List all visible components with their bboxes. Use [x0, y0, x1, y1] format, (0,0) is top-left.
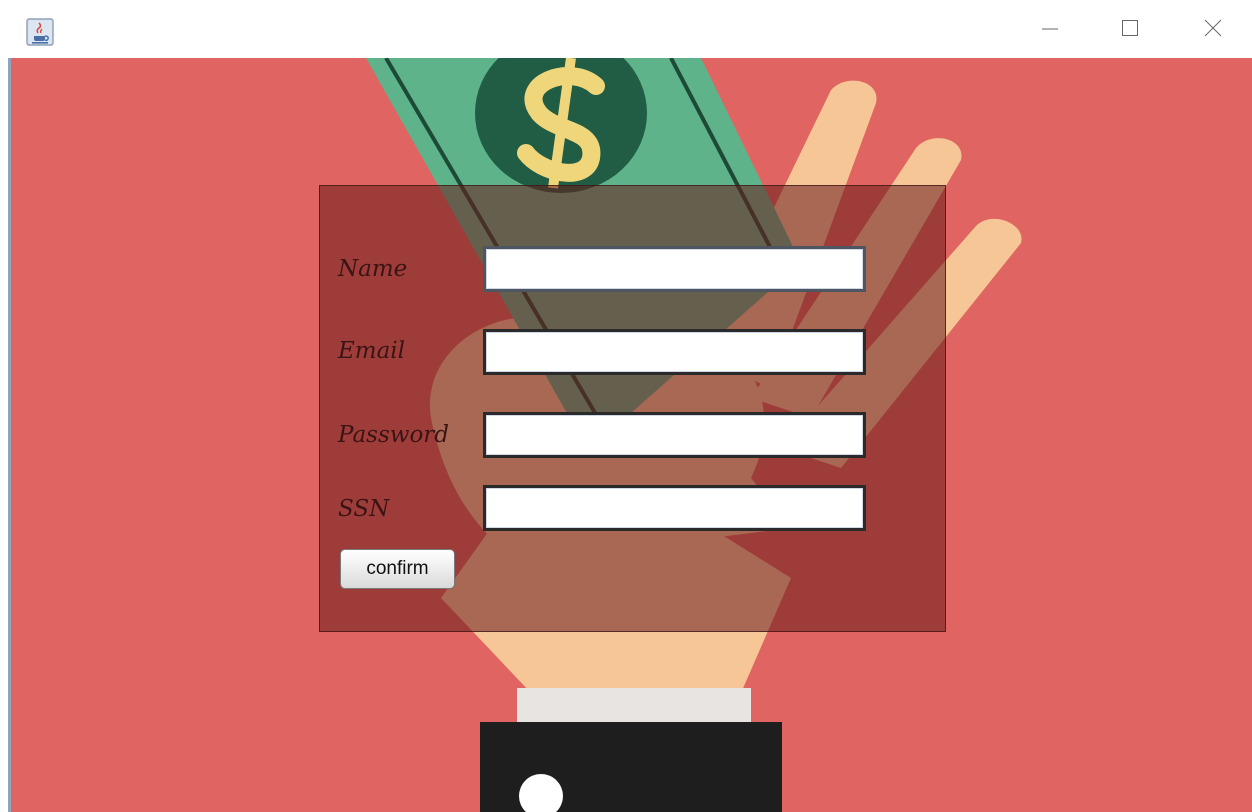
confirm-button[interactable]: confirm — [340, 549, 455, 589]
close-icon — [1203, 18, 1223, 42]
signup-form-panel: Name Email Password SSN confirm — [319, 185, 946, 632]
content-area: Name Email Password SSN confirm — [11, 58, 1252, 812]
java-cup-icon — [26, 18, 54, 46]
maximize-icon — [1120, 18, 1140, 42]
close-button[interactable] — [1193, 14, 1233, 46]
email-label: Email — [338, 338, 406, 364]
ssn-input[interactable] — [483, 485, 866, 531]
name-input[interactable] — [483, 246, 866, 292]
password-input[interactable] — [483, 412, 866, 458]
ssn-label: SSN — [338, 496, 390, 522]
maximize-button[interactable] — [1110, 14, 1150, 46]
name-label: Name — [338, 256, 408, 282]
minimize-icon — [1040, 18, 1060, 42]
window-titlebar — [0, 0, 1252, 58]
minimize-button[interactable] — [1030, 14, 1070, 46]
email-input[interactable] — [483, 329, 866, 375]
password-label: Password — [338, 422, 450, 448]
